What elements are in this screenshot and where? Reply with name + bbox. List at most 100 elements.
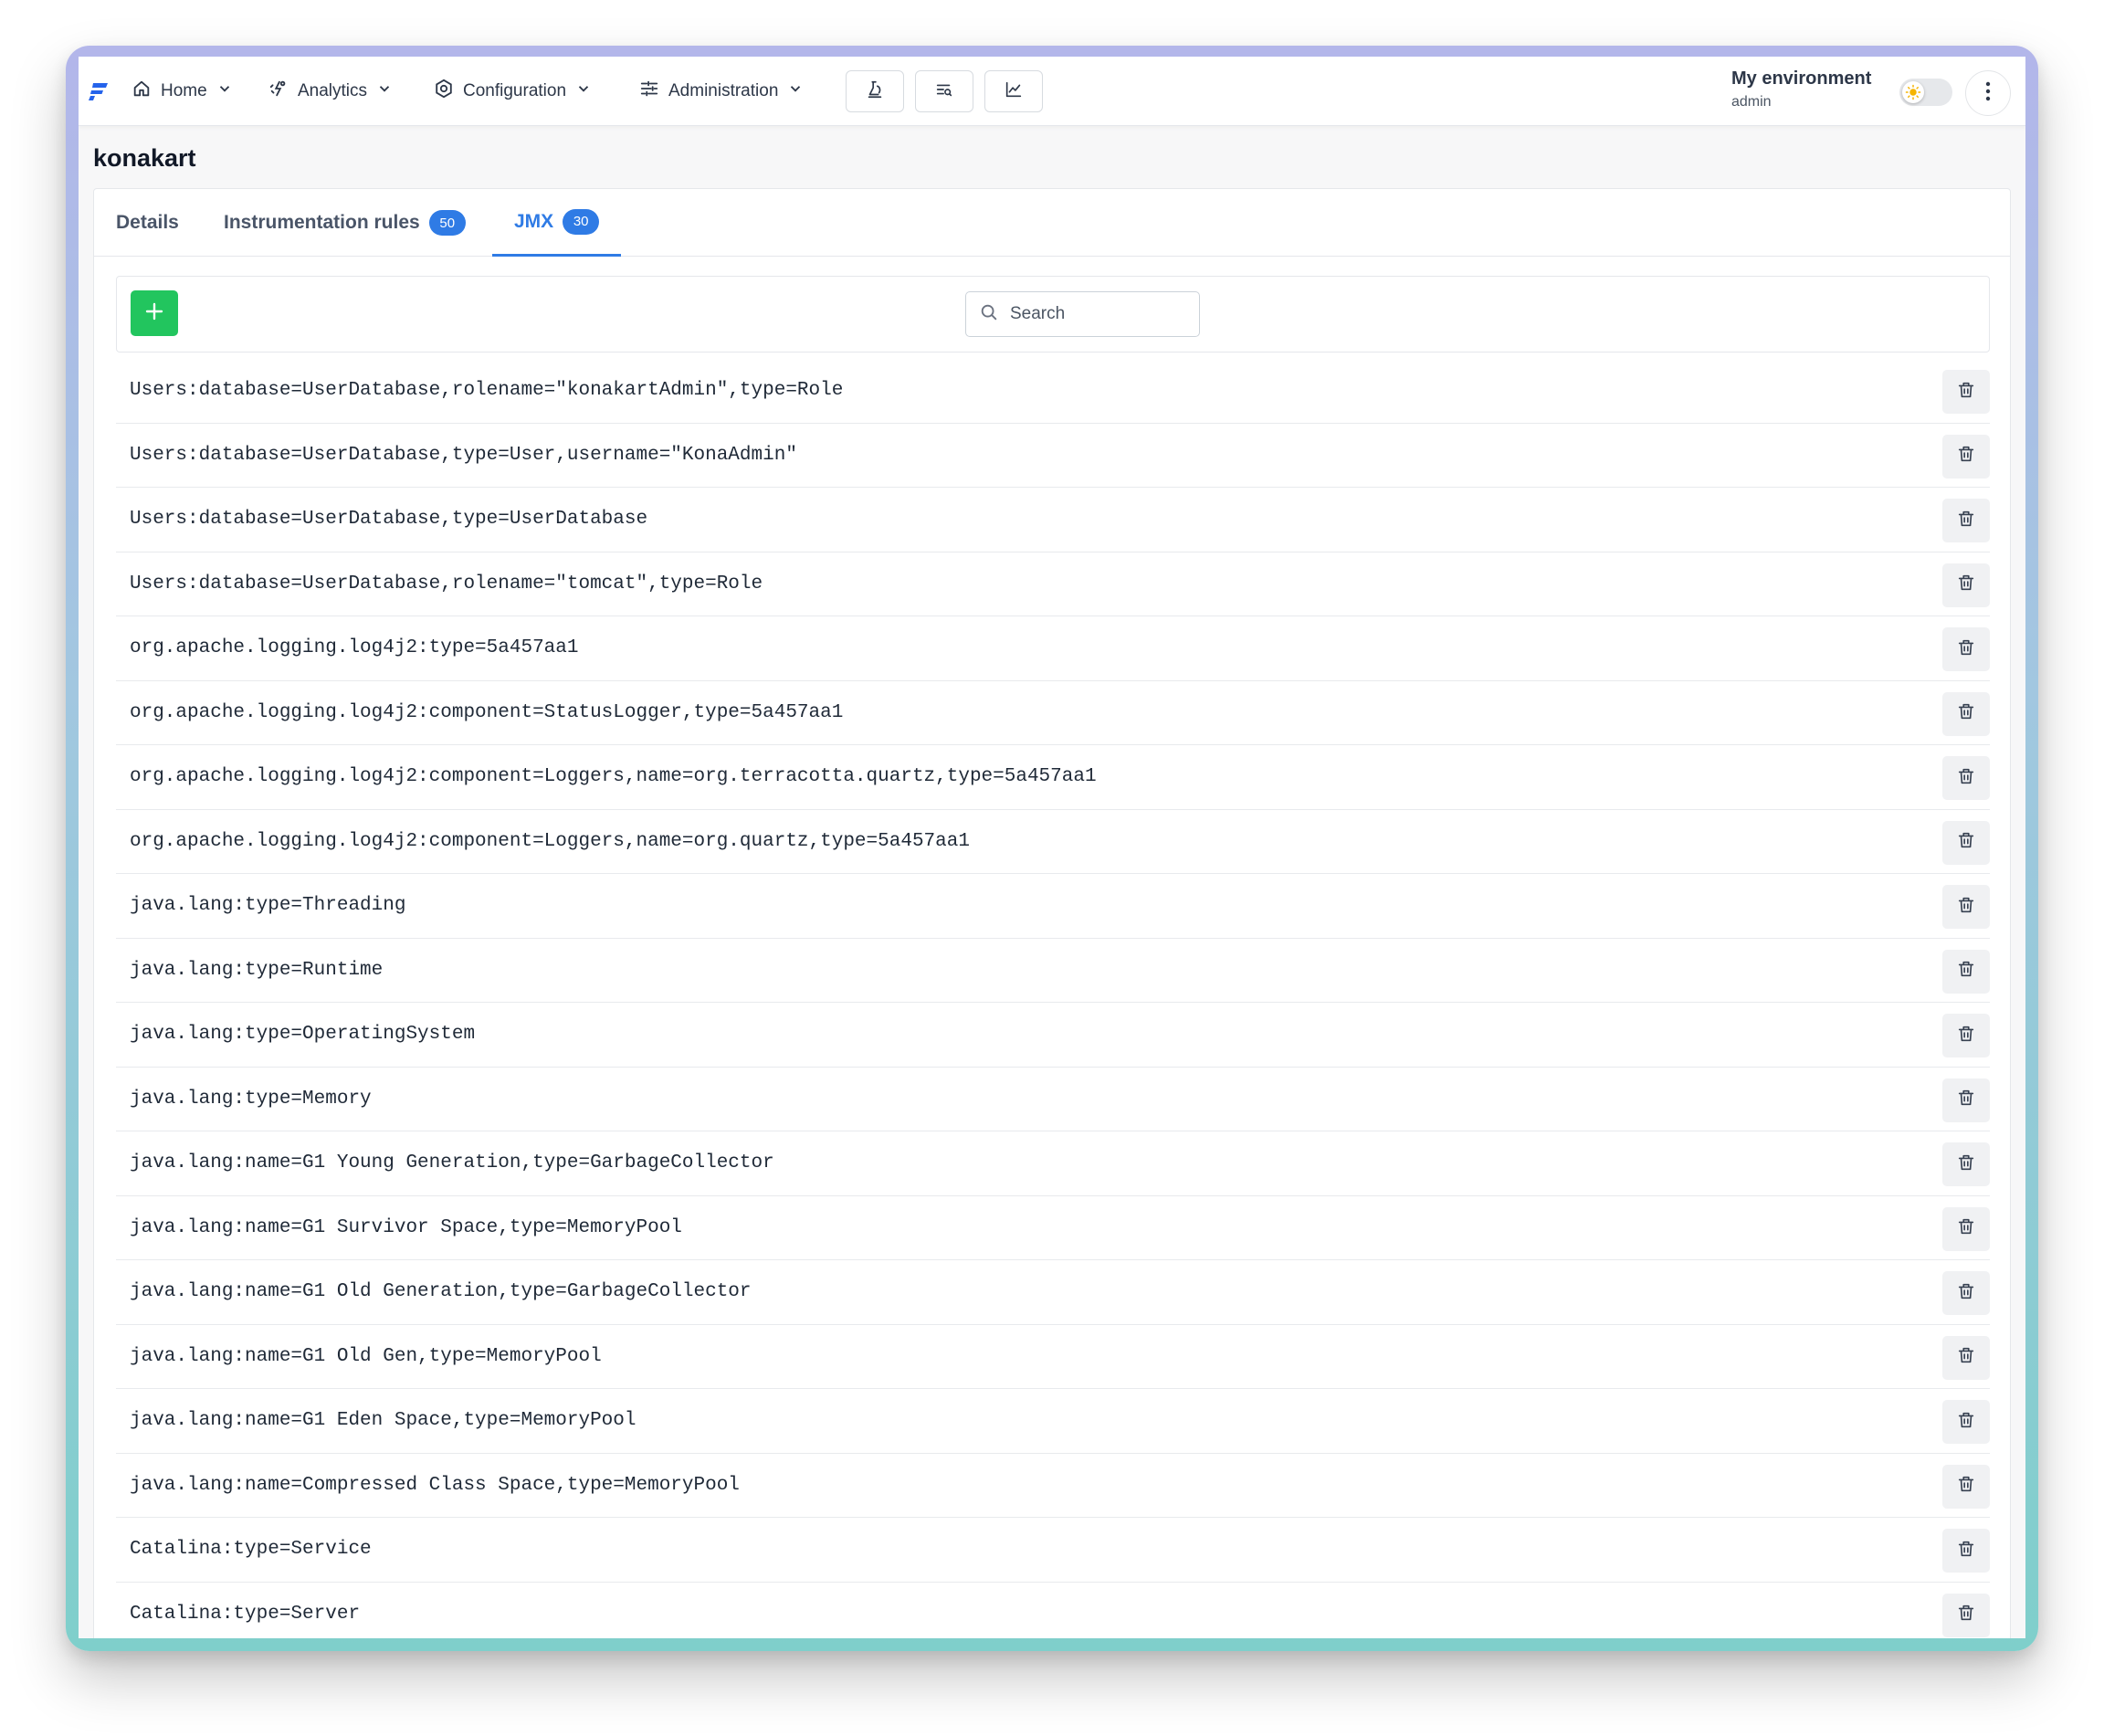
delete-button[interactable]: [1942, 885, 1990, 929]
list-item[interactable]: java.lang:name=G1 Old Gen,type=MemoryPoo…: [116, 1325, 1990, 1389]
jmx-object-name: java.lang:name=G1 Survivor Space,type=Me…: [130, 1216, 682, 1238]
delete-button[interactable]: [1942, 949, 1990, 994]
list-item[interactable]: org.apache.logging.log4j2:component=Logg…: [116, 810, 1990, 874]
search-icon: [979, 302, 999, 327]
chevron-down-icon: [575, 80, 592, 102]
flask-button[interactable]: [846, 70, 904, 112]
environment-selector[interactable]: My environment admin: [1731, 69, 1871, 110]
environment-user: admin: [1731, 94, 1772, 110]
delete-button[interactable]: [1942, 1142, 1990, 1186]
trash-icon: [1956, 1603, 1976, 1627]
jmx-object-name: org.apache.logging.log4j2:component=Logg…: [130, 830, 970, 852]
delete-button[interactable]: [1942, 1206, 1990, 1251]
tab-jmx-label: JMX: [514, 210, 554, 232]
tab-details[interactable]: Details: [116, 189, 179, 257]
line-chart-icon: [1004, 79, 1024, 104]
list-item[interactable]: Users:database=UserDatabase,rolename="ko…: [116, 359, 1990, 424]
jmx-object-name: java.lang:type=Memory: [130, 1088, 372, 1110]
list-item[interactable]: Catalina:type=Service: [116, 1518, 1990, 1583]
nav-analytics[interactable]: Analytics: [268, 75, 393, 108]
sliders-icon: [639, 79, 659, 104]
delete-button[interactable]: [1942, 1400, 1990, 1444]
delete-button[interactable]: [1942, 691, 1990, 736]
list-item[interactable]: java.lang:name=G1 Old Generation,type=Ga…: [116, 1260, 1990, 1325]
list-item[interactable]: Users:database=UserDatabase,rolename="to…: [116, 552, 1990, 616]
list-item[interactable]: org.apache.logging.log4j2:type=5a457aa1: [116, 616, 1990, 681]
delete-button[interactable]: [1942, 499, 1990, 542]
list-item[interactable]: java.lang:name=G1 Eden Space,type=Memory…: [116, 1389, 1990, 1454]
home-icon: [132, 79, 152, 104]
trash-icon: [1956, 573, 1976, 597]
delete-button[interactable]: [1942, 434, 1990, 479]
nav-administration[interactable]: Administration: [639, 75, 804, 108]
delete-button[interactable]: [1942, 1014, 1990, 1057]
more-menu-button[interactable]: [1965, 70, 2011, 116]
main-panel: Details Instrumentation rules 50 JMX 30: [93, 188, 2011, 1638]
trash-icon: [1956, 830, 1976, 855]
search-box[interactable]: [965, 291, 1200, 337]
delete-button[interactable]: [1942, 1464, 1990, 1509]
delete-button[interactable]: [1942, 1271, 1990, 1315]
jmx-object-name: java.lang:type=OperatingSystem: [130, 1024, 476, 1046]
trash-icon: [1956, 1410, 1976, 1435]
jmx-object-name: java.lang:name=G1 Old Gen,type=MemoryPoo…: [130, 1345, 602, 1367]
search-input[interactable]: [1010, 304, 1184, 324]
delete-button[interactable]: [1942, 627, 1990, 671]
list-item[interactable]: java.lang:type=Runtime: [116, 939, 1990, 1003]
environment-title: My environment: [1731, 68, 1872, 89]
top-navbar: Home Analytics Configuration Administrat…: [79, 57, 2025, 126]
jmx-object-name: java.lang:name=G1 Young Generation,type=…: [130, 1152, 774, 1174]
list-item[interactable]: java.lang:name=Compressed Class Space,ty…: [116, 1454, 1990, 1518]
jmx-object-name: java.lang:type=Runtime: [130, 959, 384, 981]
app-window: Home Analytics Configuration Administrat…: [79, 57, 2025, 1638]
delete-button[interactable]: [1942, 563, 1990, 607]
metrics-button[interactable]: [984, 70, 1043, 112]
jmx-object-name: Users:database=UserDatabase,rolename="to…: [130, 573, 763, 594]
list-item[interactable]: java.lang:type=OperatingSystem: [116, 1003, 1990, 1068]
delete-button[interactable]: [1942, 756, 1990, 800]
jmx-object-name: Catalina:type=Server: [130, 1603, 361, 1625]
app-logo-icon[interactable]: [88, 80, 110, 102]
count-badge: 30: [563, 208, 600, 235]
tab-instrumentation-rules[interactable]: Instrumentation rules 50: [224, 189, 466, 257]
list-item[interactable]: org.apache.logging.log4j2:component=Logg…: [116, 745, 1990, 810]
list-item[interactable]: java.lang:type=Threading: [116, 874, 1990, 939]
trash-icon: [1956, 380, 1976, 405]
count-badge: 50: [428, 210, 466, 236]
list-search-icon: [934, 79, 954, 104]
log-search-button[interactable]: [915, 70, 973, 112]
nav-home-label: Home: [161, 81, 207, 100]
jmx-object-name: Catalina:type=Service: [130, 1539, 372, 1561]
list-item[interactable]: Users:database=UserDatabase,type=UserDat…: [116, 488, 1990, 552]
nav-configuration[interactable]: Configuration: [434, 75, 592, 108]
list-item[interactable]: java.lang:name=G1 Young Generation,type=…: [116, 1131, 1990, 1196]
list-item[interactable]: java.lang:name=G1 Survivor Space,type=Me…: [116, 1196, 1990, 1260]
delete-button[interactable]: [1942, 1593, 1990, 1637]
jmx-object-name: java.lang:type=Threading: [130, 895, 406, 917]
list-item[interactable]: Users:database=UserDatabase,type=User,us…: [116, 424, 1990, 488]
jmx-object-name: Users:database=UserDatabase,rolename="ko…: [130, 380, 844, 402]
chevron-down-icon: [376, 80, 393, 102]
trash-icon: [1956, 444, 1976, 468]
trash-icon: [1956, 1539, 1976, 1563]
delete-button[interactable]: [1942, 820, 1990, 865]
trash-icon: [1956, 1216, 1976, 1241]
jmx-list: Users:database=UserDatabase,rolename="ko…: [116, 359, 1990, 1638]
list-item[interactable]: Catalina:type=Server: [116, 1583, 1990, 1639]
trash-icon: [1956, 959, 1976, 984]
add-button[interactable]: [131, 290, 178, 336]
plus-icon: [143, 300, 165, 327]
tab-jmx[interactable]: JMX 30: [492, 189, 622, 257]
nav-configuration-label: Configuration: [463, 81, 567, 100]
trash-icon: [1956, 1474, 1976, 1499]
theme-toggle[interactable]: [1899, 79, 1952, 106]
delete-button[interactable]: [1942, 1529, 1990, 1573]
jmx-toolbar: [116, 276, 1990, 352]
delete-button[interactable]: [1942, 1335, 1990, 1380]
delete-button[interactable]: [1942, 370, 1990, 414]
list-item[interactable]: org.apache.logging.log4j2:component=Stat…: [116, 681, 1990, 745]
nav-home[interactable]: Home: [132, 75, 233, 108]
delete-button[interactable]: [1942, 1078, 1990, 1122]
list-item[interactable]: java.lang:type=Memory: [116, 1068, 1990, 1131]
trash-icon: [1956, 1024, 1976, 1048]
